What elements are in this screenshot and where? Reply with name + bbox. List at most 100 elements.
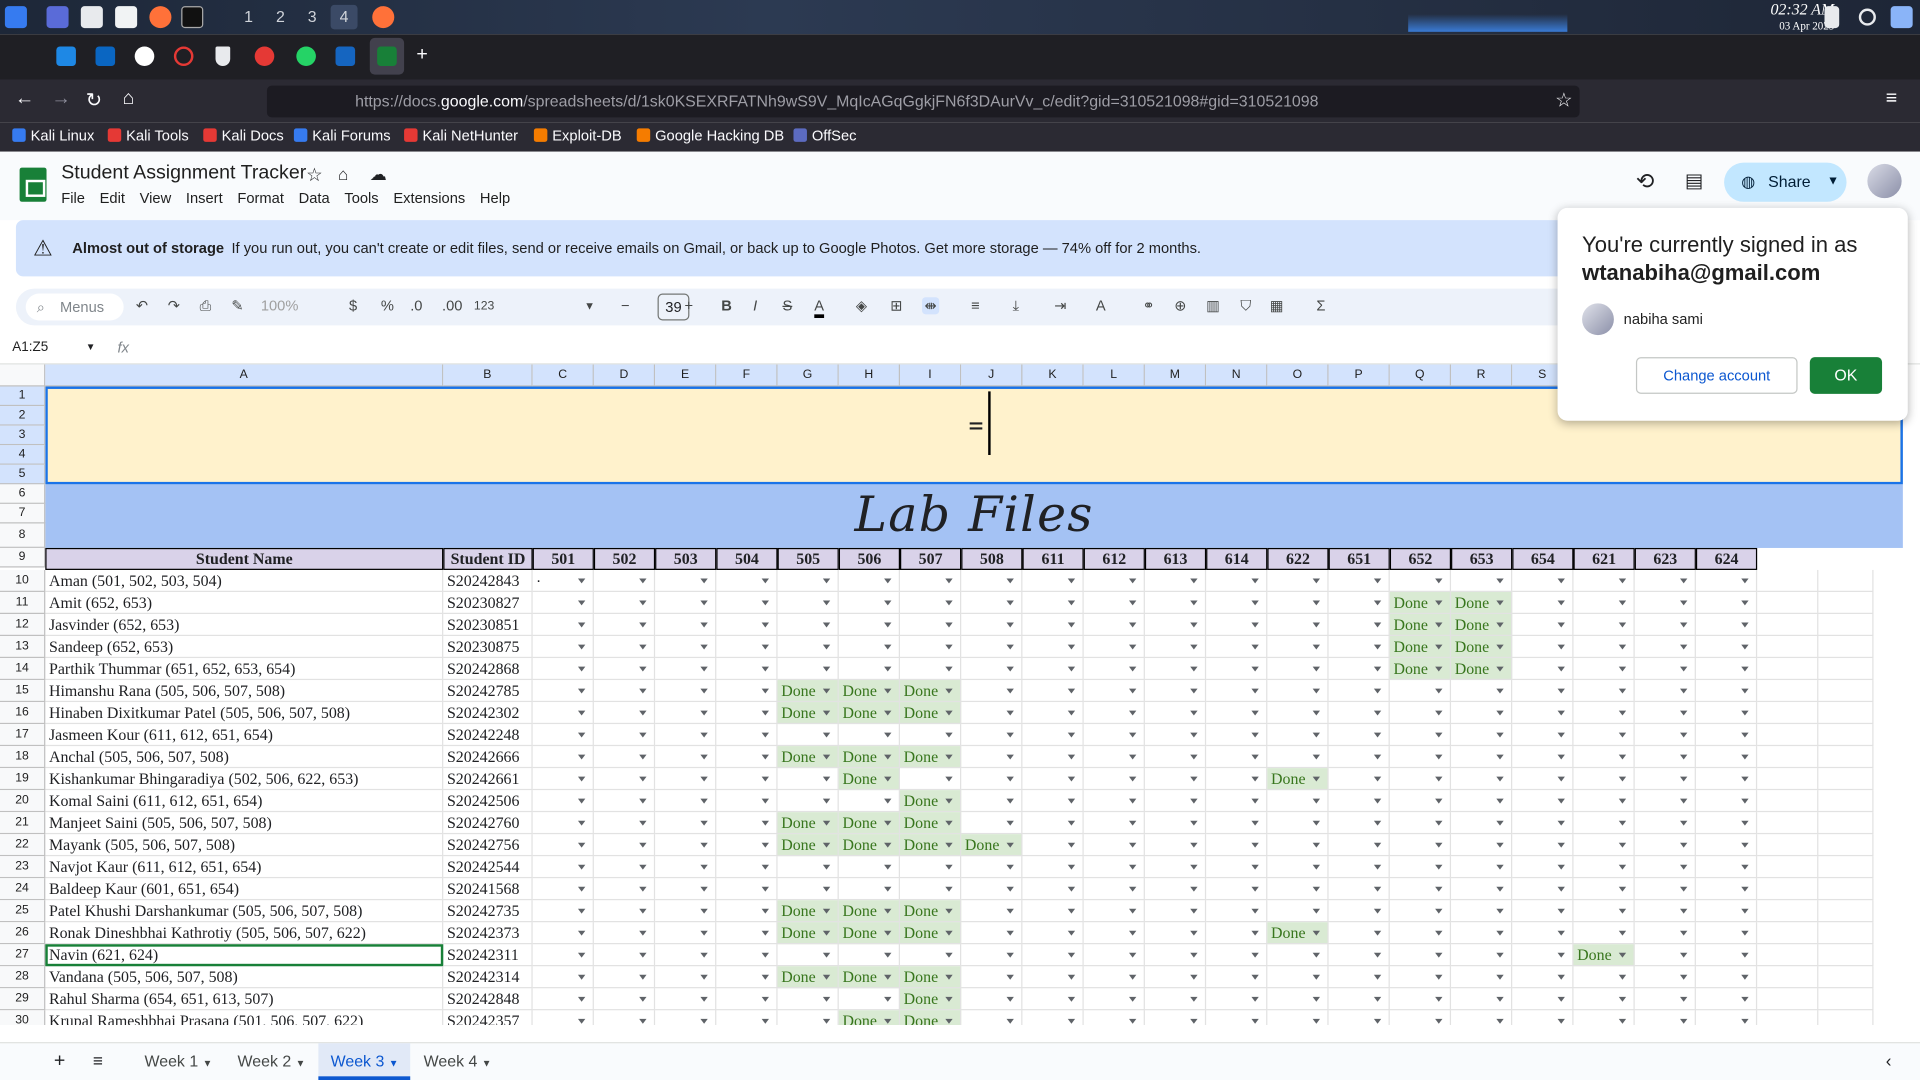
status-dropdown-622[interactable] [1267, 613, 1329, 637]
fill-color-icon[interactable]: ◈ [856, 297, 867, 314]
status-dropdown-612[interactable] [1083, 768, 1145, 791]
status-dropdown-652[interactable] [1389, 856, 1452, 879]
status-dropdown-621[interactable] [1573, 900, 1635, 923]
firefox-icon[interactable] [149, 6, 172, 29]
status-dropdown-614[interactable] [1206, 724, 1268, 747]
status-dropdown-612[interactable] [1083, 613, 1145, 637]
github-icon[interactable] [134, 46, 155, 67]
status-dropdown-501[interactable] [532, 768, 594, 791]
bookmark-offsec[interactable]: OffSec [793, 127, 856, 144]
empty-cell[interactable] [1757, 834, 1819, 857]
status-dropdown-501[interactable] [532, 966, 594, 989]
status-dropdown-613[interactable] [1144, 900, 1207, 923]
status-dropdown-623[interactable] [1634, 569, 1696, 592]
empty-cell[interactable] [1818, 680, 1874, 703]
status-dropdown-507[interactable] [900, 591, 962, 614]
status-dropdown-614[interactable] [1206, 922, 1268, 945]
status-dropdown-508[interactable] [961, 790, 1023, 813]
empty-cell[interactable] [1818, 856, 1874, 879]
status-dropdown-504[interactable] [716, 636, 778, 659]
status-dropdown-503[interactable] [655, 856, 717, 879]
status-dropdown-624[interactable] [1696, 1010, 1758, 1025]
status-dropdown-507[interactable]: Done [900, 1010, 962, 1025]
sheet-tab-week-2[interactable]: Week 2 ▼ [225, 1043, 317, 1080]
status-dropdown-504[interactable] [716, 724, 778, 747]
status-dropdown-613[interactable] [1144, 591, 1207, 614]
status-dropdown-508[interactable] [961, 900, 1023, 923]
status-dropdown-651[interactable] [1328, 834, 1390, 857]
status-dropdown-612[interactable] [1083, 900, 1145, 923]
status-dropdown-621[interactable] [1573, 812, 1635, 835]
bookmark-google-hacking-db[interactable]: Google Hacking DB [636, 127, 784, 144]
spreadsheet-grid[interactable]: = Lab Files ABCDEFGHIJKLMNOPQRSTUV123456… [0, 364, 1920, 1025]
italic-icon[interactable]: I [753, 297, 757, 314]
status-dropdown-613[interactable] [1144, 613, 1207, 637]
empty-cell[interactable] [1818, 966, 1874, 989]
status-dropdown-503[interactable] [655, 966, 717, 989]
column-header-c[interactable]: C [532, 364, 594, 387]
column-header-l[interactable]: L [1083, 364, 1145, 387]
status-dropdown-611[interactable] [1022, 790, 1084, 813]
status-dropdown-508[interactable] [961, 724, 1023, 747]
status-dropdown-621[interactable] [1573, 922, 1635, 945]
student-name-cell[interactable]: Anchal (505, 506, 507, 508) [45, 746, 444, 769]
empty-cell[interactable] [1757, 878, 1819, 901]
row-header[interactable]: 19 [0, 768, 46, 791]
empty-cell[interactable] [1818, 702, 1874, 725]
student-name-cell[interactable]: Himanshu Rana (505, 506, 507, 508) [45, 680, 444, 703]
zoom-select[interactable]: 100% [261, 297, 299, 314]
status-dropdown-654[interactable] [1512, 591, 1574, 614]
status-dropdown-652[interactable] [1389, 900, 1452, 923]
status-dropdown-612[interactable] [1083, 944, 1145, 967]
empty-cell[interactable] [1757, 856, 1819, 879]
move-icon[interactable]: ⌂ [338, 164, 348, 184]
empty-cell[interactable] [1757, 988, 1819, 1011]
status-dropdown-502[interactable] [593, 636, 656, 659]
insert-chart-icon[interactable]: ▥ [1206, 297, 1220, 314]
status-dropdown-653[interactable] [1451, 988, 1513, 1011]
status-dropdown-623[interactable] [1634, 922, 1696, 945]
status-dropdown-503[interactable] [655, 834, 717, 857]
app-menu-icon[interactable]: ≡ [1886, 88, 1897, 110]
terminal-icon[interactable] [181, 6, 204, 29]
status-dropdown-505[interactable]: Done [777, 834, 839, 857]
status-dropdown-504[interactable] [716, 900, 778, 923]
status-dropdown-612[interactable] [1083, 878, 1145, 901]
status-dropdown-507[interactable] [900, 768, 962, 791]
percent-icon[interactable]: % [381, 297, 394, 314]
lock-icon[interactable] [1824, 6, 1840, 29]
status-dropdown-624[interactable] [1695, 591, 1758, 614]
status-dropdown-623[interactable] [1634, 944, 1696, 967]
share-dropdown-icon[interactable]: ▼ [1827, 163, 1839, 202]
status-dropdown-651[interactable] [1328, 878, 1390, 901]
refresh-icon[interactable] [1858, 8, 1876, 26]
status-dropdown-502[interactable] [593, 988, 656, 1011]
status-dropdown-505[interactable] [777, 658, 839, 681]
row-header[interactable]: 17 [0, 724, 46, 747]
home-icon[interactable]: ⌂ [122, 88, 134, 110]
status-dropdown-614[interactable] [1206, 702, 1268, 725]
status-dropdown-505[interactable] [777, 636, 839, 659]
status-dropdown-507[interactable]: Done [900, 834, 962, 857]
status-dropdown-653[interactable] [1451, 746, 1513, 769]
status-dropdown-503[interactable] [655, 569, 717, 592]
status-dropdown-622[interactable] [1267, 834, 1329, 857]
status-dropdown-503[interactable] [655, 702, 717, 725]
empty-cell[interactable] [1757, 591, 1819, 614]
status-dropdown-623[interactable] [1634, 812, 1696, 835]
status-dropdown-624[interactable] [1695, 569, 1758, 592]
status-dropdown-621[interactable] [1573, 1010, 1635, 1025]
status-dropdown-651[interactable] [1328, 658, 1390, 681]
empty-cell[interactable] [1818, 613, 1874, 637]
change-account-button[interactable]: Change account [1635, 357, 1798, 394]
student-name-cell[interactable]: Rahul Sharma (654, 651, 613, 507) [45, 988, 444, 1011]
status-dropdown-621[interactable]: Done [1573, 944, 1635, 967]
status-dropdown-505[interactable]: Done [777, 702, 839, 725]
menu-edit[interactable]: Edit [100, 190, 125, 207]
status-dropdown-611[interactable] [1022, 900, 1084, 923]
status-dropdown-502[interactable] [593, 658, 656, 681]
status-dropdown-507[interactable] [900, 658, 962, 681]
student-id-cell[interactable]: S20242248 [443, 724, 533, 747]
status-dropdown-611[interactable] [1022, 944, 1084, 967]
row-header[interactable]: 20 [0, 790, 46, 813]
